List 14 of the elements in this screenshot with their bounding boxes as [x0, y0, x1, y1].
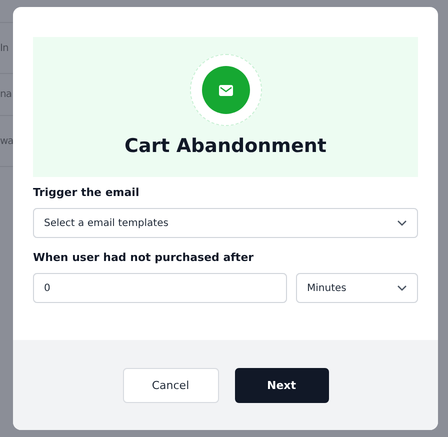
delay-input[interactable]: 0: [33, 273, 287, 303]
unit-select[interactable]: Minutes: [296, 273, 418, 303]
field-label: When user had not purchased after: [33, 251, 255, 264]
background-text: na: [0, 89, 12, 100]
dialog-title: Cart Abandonment: [124, 135, 326, 157]
next-button[interactable]: Next: [234, 368, 328, 402]
chevron-down-icon: [397, 220, 407, 226]
chevron-down-icon: [397, 285, 407, 291]
background-text: wa: [0, 136, 14, 146]
envelope-icon: [218, 84, 232, 96]
field-label: Trigger the email: [33, 186, 140, 199]
background-text: In: [0, 42, 8, 54]
cancel-button[interactable]: Cancel: [122, 368, 218, 402]
template-select[interactable]: Select a email templates: [33, 208, 418, 238]
